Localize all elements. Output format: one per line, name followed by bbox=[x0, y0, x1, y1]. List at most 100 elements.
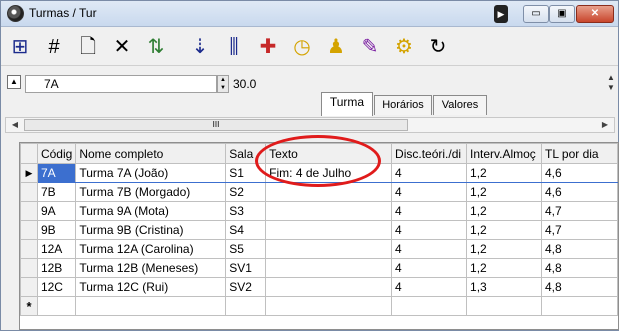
tab-valores[interactable]: Valores bbox=[433, 95, 487, 115]
cell-interval[interactable]: 1,3 bbox=[466, 277, 542, 297]
empty-cell[interactable] bbox=[391, 296, 468, 316]
empty-cell[interactable] bbox=[36, 296, 77, 316]
cell-name[interactable]: Turma 9A (Mota) bbox=[75, 201, 227, 221]
cell-tl[interactable]: 4,6 bbox=[541, 163, 618, 183]
cell-tl[interactable]: 4,8 bbox=[541, 239, 618, 259]
form-vertical-scroll[interactable]: ▲ ▼ bbox=[605, 73, 617, 97]
col-header-room[interactable]: Sala bbox=[225, 143, 267, 164]
empty-cell[interactable] bbox=[225, 296, 267, 316]
cell-disc[interactable]: 4 bbox=[391, 201, 468, 221]
cell-text[interactable] bbox=[265, 239, 393, 259]
value-spinner[interactable]: ▲ ▼ bbox=[217, 75, 229, 93]
empty-cell[interactable] bbox=[466, 296, 542, 316]
cell-room[interactable]: S4 bbox=[225, 220, 267, 240]
table-row[interactable]: 9B Turma 9B (Cristina) S4 4 1,2 4,7 bbox=[20, 220, 618, 240]
gears-icon[interactable]: ⚙ bbox=[391, 35, 417, 59]
cell-name[interactable]: Turma 7A (João) bbox=[75, 163, 227, 183]
cell-name[interactable]: Turma 12A (Carolina) bbox=[75, 239, 227, 259]
col-header-text[interactable]: Texto bbox=[265, 143, 393, 164]
table-row[interactable]: 7B Turma 7B (Morgado) S2 4 1,2 4,6 bbox=[20, 182, 618, 202]
cell-room[interactable]: S1 bbox=[225, 163, 267, 183]
row-indicator[interactable] bbox=[20, 182, 38, 202]
columns-icon[interactable]: ⫼ bbox=[221, 35, 247, 59]
cell-text[interactable] bbox=[265, 201, 393, 221]
grid-select-icon[interactable]: ⊞ bbox=[7, 35, 33, 59]
row-indicator[interactable] bbox=[20, 239, 38, 259]
cell-code[interactable]: 12C bbox=[36, 277, 77, 297]
table-row[interactable]: ▶ 7A Turma 7A (João) S1 Fim: 4 de Julho 4 1,2 4… bbox=[20, 163, 618, 183]
cell-text[interactable] bbox=[265, 182, 393, 202]
cell-disc[interactable]: 4 bbox=[391, 239, 468, 259]
hash-icon[interactable]: # bbox=[41, 35, 67, 59]
clock-icon[interactable]: ◷ bbox=[289, 35, 315, 59]
col-header-tl[interactable]: TL por dia bbox=[541, 143, 618, 164]
cell-tl[interactable]: 4,7 bbox=[541, 220, 618, 240]
cell-room[interactable]: S3 bbox=[225, 201, 267, 221]
cell-name[interactable]: Turma 9B (Cristina) bbox=[75, 220, 227, 240]
code-field[interactable]: 7A bbox=[25, 75, 217, 93]
cell-name[interactable]: Turma 7B (Morgado) bbox=[75, 182, 227, 202]
shuffle-icon[interactable]: ⇅ bbox=[143, 35, 169, 59]
row-indicator[interactable] bbox=[20, 277, 38, 297]
teacher-table-icon[interactable]: ♟ bbox=[323, 35, 349, 59]
cell-text[interactable] bbox=[265, 277, 393, 297]
new-row[interactable]: * bbox=[20, 296, 618, 316]
cell-code[interactable]: 9A bbox=[36, 201, 77, 221]
cell-disc[interactable]: 4 bbox=[391, 220, 468, 240]
row-indicator[interactable] bbox=[20, 220, 38, 240]
table-row[interactable]: 9A Turma 9A (Mota) S3 4 1,2 4,7 bbox=[20, 201, 618, 221]
col-header-code[interactable]: Códig bbox=[36, 143, 77, 164]
row-indicator[interactable]: ▶ bbox=[20, 163, 38, 183]
cell-interval[interactable]: 1,2 bbox=[466, 201, 542, 221]
cell-text[interactable] bbox=[265, 258, 393, 278]
new-document-icon[interactable]: 🗋 bbox=[75, 35, 101, 59]
puzzle-icon[interactable]: ✚ bbox=[255, 35, 281, 59]
cell-interval[interactable]: 1,2 bbox=[466, 258, 542, 278]
delete-icon[interactable]: ✕ bbox=[109, 35, 135, 59]
minimize-button[interactable]: ▭ bbox=[523, 5, 549, 23]
cell-tl[interactable]: 4,8 bbox=[541, 277, 618, 297]
col-header-disc[interactable]: Disc.teóri./di bbox=[391, 143, 468, 164]
cell-code[interactable]: 7B bbox=[36, 182, 77, 202]
horizontal-scrollbar[interactable]: ◀ III ▶ bbox=[5, 117, 615, 133]
table-row[interactable]: 12C Turma 12C (Rui) SV2 4 1,3 4,8 bbox=[20, 277, 618, 297]
cell-room[interactable]: SV1 bbox=[225, 258, 267, 278]
cell-room[interactable]: S2 bbox=[225, 182, 267, 202]
number-field[interactable]: 30.0 bbox=[233, 76, 293, 92]
scroll-right-icon[interactable]: ▶ bbox=[598, 118, 612, 132]
cell-code[interactable]: 12A bbox=[36, 239, 77, 259]
paint-icon[interactable]: ✎ bbox=[357, 35, 383, 59]
cell-room[interactable]: SV2 bbox=[225, 277, 267, 297]
maximize-button[interactable]: ▣ bbox=[549, 5, 575, 23]
col-header-name[interactable]: Nome completo bbox=[75, 143, 227, 164]
new-row-indicator[interactable]: * bbox=[20, 296, 38, 316]
cell-interval[interactable]: 1,2 bbox=[466, 163, 542, 183]
cell-text[interactable] bbox=[265, 220, 393, 240]
tab-turma[interactable]: Turma bbox=[321, 92, 373, 116]
cell-name[interactable]: Turma 12B (Meneses) bbox=[75, 258, 227, 278]
scroll-thumb[interactable]: III bbox=[24, 119, 408, 131]
row-indicator[interactable] bbox=[20, 258, 38, 278]
row-indicator[interactable] bbox=[20, 201, 38, 221]
extra-arrow-button[interactable]: ▶ bbox=[494, 5, 508, 23]
cell-room[interactable]: S5 bbox=[225, 239, 267, 259]
cell-tl[interactable]: 4,7 bbox=[541, 201, 618, 221]
cell-interval[interactable]: 1,2 bbox=[466, 239, 542, 259]
cell-tl[interactable]: 4,6 bbox=[541, 182, 618, 202]
tab-horarios[interactable]: Horários bbox=[374, 95, 432, 115]
cell-code[interactable]: 12B bbox=[36, 258, 77, 278]
cell-name[interactable]: Turma 12C (Rui) bbox=[75, 277, 227, 297]
cell-interval[interactable]: 1,2 bbox=[466, 220, 542, 240]
cell-text[interactable]: Fim: 4 de Julho bbox=[265, 163, 393, 183]
cell-code[interactable]: 9B bbox=[36, 220, 77, 240]
cell-disc[interactable]: 4 bbox=[391, 163, 468, 183]
col-header-interval[interactable]: Interv.Almoç bbox=[466, 143, 542, 164]
scroll-left-icon[interactable]: ◀ bbox=[8, 118, 22, 132]
cell-disc[interactable]: 4 bbox=[391, 277, 468, 297]
cell-tl[interactable]: 4,8 bbox=[541, 258, 618, 278]
cell-interval[interactable]: 1,2 bbox=[466, 182, 542, 202]
refresh-icon[interactable]: ↻ bbox=[425, 35, 451, 59]
cell-disc[interactable]: 4 bbox=[391, 182, 468, 202]
table-row[interactable]: 12A Turma 12A (Carolina) S5 4 1,2 4,8 bbox=[20, 239, 618, 259]
cell-disc[interactable]: 4 bbox=[391, 258, 468, 278]
